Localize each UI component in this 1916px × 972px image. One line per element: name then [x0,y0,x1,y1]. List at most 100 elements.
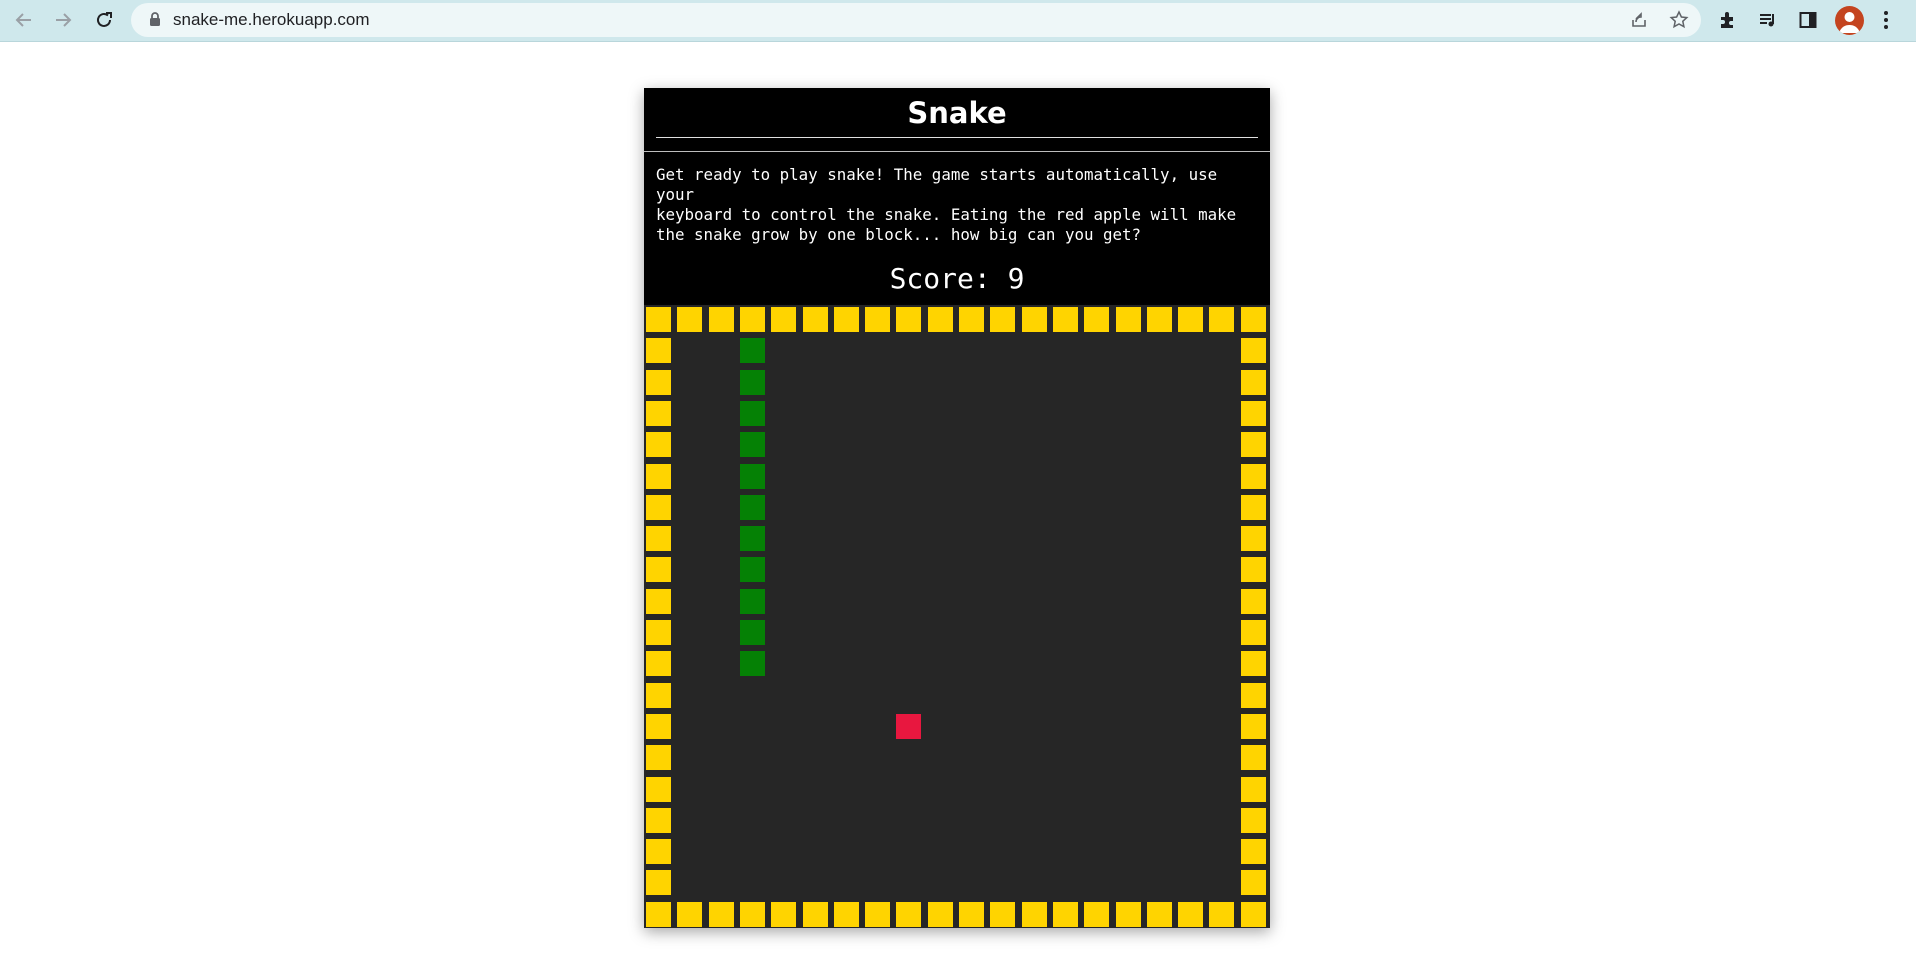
wall-block [1240,463,1266,489]
wall-block [802,901,828,927]
lock-icon [150,12,160,26]
wall-block [896,901,922,927]
snake-segment [739,557,765,583]
url-text[interactable]: snake-me.herokuapp.com [173,3,370,37]
game-panel: Snake Get ready to play snake! The game … [644,88,1270,928]
wall-block [1146,901,1172,927]
wall-block [1084,307,1110,332]
wall-block [646,526,671,552]
wall-block [1021,307,1047,332]
media-icon[interactable] [1753,6,1783,34]
wall-block [646,494,671,520]
wall-block [646,807,671,833]
wall-block [1209,901,1235,927]
wall-block [646,713,671,739]
wall-block [646,776,671,802]
header-divider [644,151,1270,152]
game-board[interactable] [644,305,1270,928]
apple [896,713,922,739]
wall-block [739,901,765,927]
browser-toolbar: snake-me.herokuapp.com [0,0,1916,42]
extensions-icon[interactable] [1713,6,1743,34]
wall-block [1052,307,1078,332]
snake-segment [739,494,765,520]
wall-block [927,307,953,332]
wall-block [1240,400,1266,426]
side-panel-icon[interactable] [1793,6,1823,34]
wall-block [990,307,1016,332]
wall-block [646,588,671,614]
wall-block [1115,307,1141,332]
wall-block [1209,307,1235,332]
reload-icon[interactable] [88,6,120,34]
wall-block [1021,901,1047,927]
wall-block [1240,494,1266,520]
title-divider [656,137,1258,138]
wall-block [802,307,828,332]
wall-block [1240,620,1266,645]
snake-segment [739,400,765,426]
snake-segment [739,526,765,552]
wall-block [1240,557,1266,583]
game-title: Snake [907,96,1007,130]
forward-icon[interactable] [47,6,79,34]
share-icon[interactable] [1626,8,1652,32]
wall-block [646,369,671,395]
wall-block [959,307,984,332]
wall-block [1240,338,1266,364]
wall-block [1240,432,1266,458]
wall-block [646,901,671,927]
snake-segment [739,463,765,489]
wall-block [771,901,797,927]
wall-block [646,651,671,677]
snake-segment [739,369,765,395]
wall-block [646,307,671,332]
wall-block [1146,307,1172,332]
wall-block [1052,901,1078,927]
wall-block [990,901,1016,927]
wall-block [708,307,734,332]
snake-segment [739,588,765,614]
wall-block [1240,776,1266,802]
profile-avatar[interactable] [1835,6,1864,35]
snake-segment [739,620,765,645]
address-bar[interactable]: snake-me.herokuapp.com [131,3,1701,37]
snake-segment [739,338,765,364]
wall-block [646,463,671,489]
game-instructions: Get ready to play snake! The game starts… [656,165,1237,244]
wall-block [677,901,703,927]
wall-block [1240,713,1266,739]
wall-block [896,307,922,332]
wall-block [1240,839,1266,865]
wall-block [646,682,671,708]
score-display: Score: 9 [889,262,1025,295]
menu-icon[interactable] [1878,8,1894,32]
wall-block [646,432,671,458]
snake-segment [739,651,765,677]
wall-block [1240,651,1266,677]
wall-block [646,338,671,364]
wall-block [1240,870,1266,896]
wall-block [1240,745,1266,771]
wall-block [646,620,671,645]
wall-block [646,557,671,583]
wall-block [927,901,953,927]
wall-block [865,901,891,927]
wall-block [1240,588,1266,614]
wall-block [1178,307,1204,332]
wall-block [1240,682,1266,708]
wall-block [1115,901,1141,927]
wall-block [1240,901,1266,927]
wall-block [646,400,671,426]
wall-block [1240,307,1266,332]
wall-block [739,307,765,332]
star-icon[interactable] [1666,8,1692,32]
wall-block [1178,901,1204,927]
wall-block [771,307,797,332]
wall-block [677,307,703,332]
back-icon[interactable] [8,6,40,34]
wall-block [959,901,984,927]
wall-block [1240,369,1266,395]
wall-block [708,901,734,927]
wall-block [833,307,859,332]
